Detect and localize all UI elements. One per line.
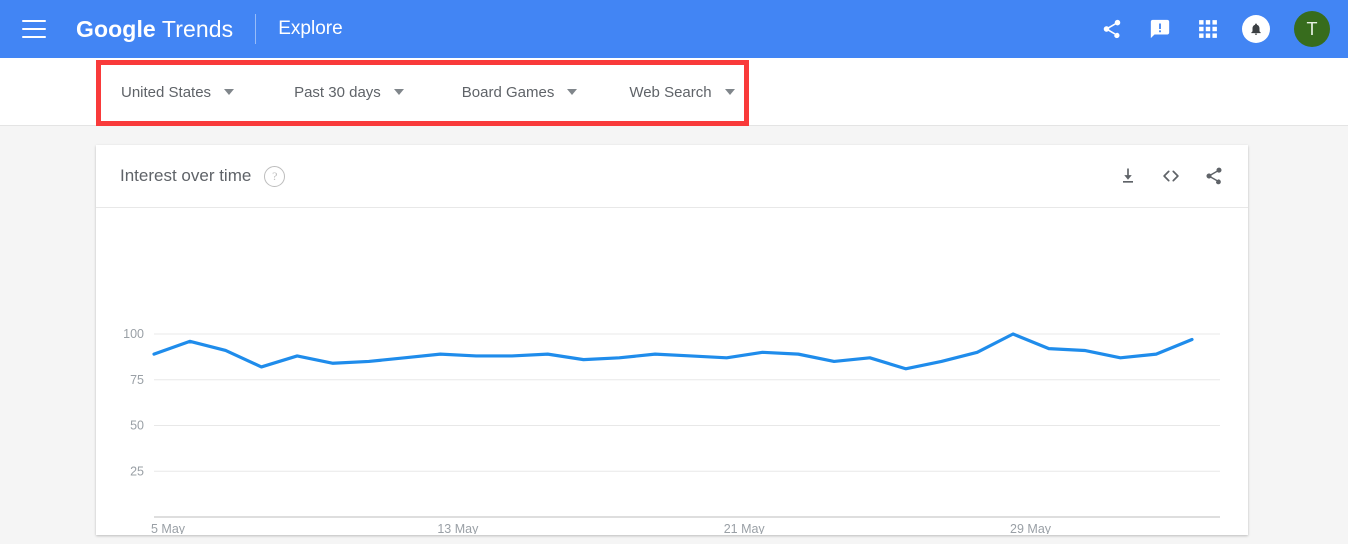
filter-search-type-label: Web Search — [629, 83, 712, 101]
chart-y-axis-labels: 25 50 75 100 — [123, 327, 144, 478]
chevron-down-icon — [224, 89, 235, 95]
apps-grid-icon[interactable] — [1194, 15, 1222, 43]
hamburger-bar-3 — [22, 36, 46, 38]
feedback-icon[interactable] — [1146, 15, 1174, 43]
apps-grid-icon-glyph — [1199, 20, 1217, 38]
chart-series-line — [152, 332, 1194, 371]
download-csv-icon-glyph — [1123, 168, 1133, 183]
x-axis-tick-label: 29 May — [1010, 522, 1052, 534]
embed-code-icon[interactable] — [1159, 164, 1183, 188]
share-icon-glyph — [1103, 19, 1121, 39]
header-icon-group: T — [1098, 11, 1330, 47]
hamburger-bar-1 — [22, 20, 46, 22]
interest-over-time-card: Interest over time ? 25 50 75 100 5 May … — [96, 145, 1248, 535]
y-axis-tick-label: 100 — [123, 327, 144, 341]
chart-gridlines — [154, 333, 1220, 518]
share-chart-icon[interactable] — [1202, 164, 1226, 188]
filter-category-label: Board Games — [461, 83, 555, 101]
filter-location[interactable]: United States — [121, 83, 235, 101]
y-axis-tick-label: 75 — [130, 373, 144, 387]
embed-code-icon-glyph — [1163, 170, 1179, 182]
avatar[interactable]: T — [1294, 11, 1330, 47]
chevron-down-icon — [567, 89, 578, 95]
filter-row: United States Past 30 days Board Games W… — [96, 58, 735, 126]
brand-google: Google — [76, 15, 156, 42]
filter-time-range-label: Past 30 days — [294, 83, 381, 101]
share-icon[interactable] — [1098, 15, 1126, 43]
help-icon[interactable]: ? — [264, 165, 286, 187]
interest-over-time-chart[interactable]: 25 50 75 100 5 May 13 May 21 May 29 May — [96, 208, 1248, 534]
hamburger-bar-2 — [22, 28, 46, 30]
chart-x-axis-labels: 5 May 13 May 21 May 29 May — [151, 522, 1052, 534]
app-header: Google Trends Explore T — [0, 0, 1348, 58]
notifications-bell-icon-glyph — [1251, 23, 1261, 35]
chevron-down-icon — [724, 89, 735, 95]
x-axis-tick-label: 13 May — [437, 522, 479, 534]
series-line-board-games — [152, 332, 1194, 371]
x-axis-tick-label: 21 May — [724, 522, 766, 534]
brand-logo[interactable]: Google Trends — [76, 16, 233, 43]
filter-search-type[interactable]: Web Search — [629, 83, 735, 101]
chevron-down-icon — [393, 89, 404, 95]
feedback-icon-glyph — [1150, 19, 1170, 39]
filter-bar: United States Past 30 days Board Games W… — [0, 58, 1348, 126]
filter-time-range[interactable]: Past 30 days — [294, 84, 404, 101]
explore-nav-link[interactable]: Explore — [278, 18, 342, 40]
brand-trends: Trends — [155, 15, 234, 42]
download-csv-icon[interactable] — [1116, 164, 1140, 188]
hamburger-menu-icon[interactable] — [22, 20, 46, 38]
page-title: Interest over time — [120, 166, 252, 185]
card-toolbar — [1116, 164, 1226, 188]
x-axis-tick-label: 5 May — [151, 522, 186, 534]
header-divider — [255, 14, 257, 44]
y-axis-tick-label: 50 — [130, 419, 144, 433]
filter-category[interactable]: Board Games — [462, 84, 578, 101]
filter-location-label: United States — [121, 83, 212, 101]
share-chart-icon-glyph — [1206, 167, 1222, 185]
notifications-bell-icon[interactable] — [1242, 15, 1270, 43]
card-header: Interest over time ? — [96, 145, 1248, 208]
chart-area[interactable]: 25 50 75 100 5 May 13 May 21 May 29 May — [96, 208, 1248, 534]
y-axis-tick-label: 25 — [130, 464, 144, 478]
